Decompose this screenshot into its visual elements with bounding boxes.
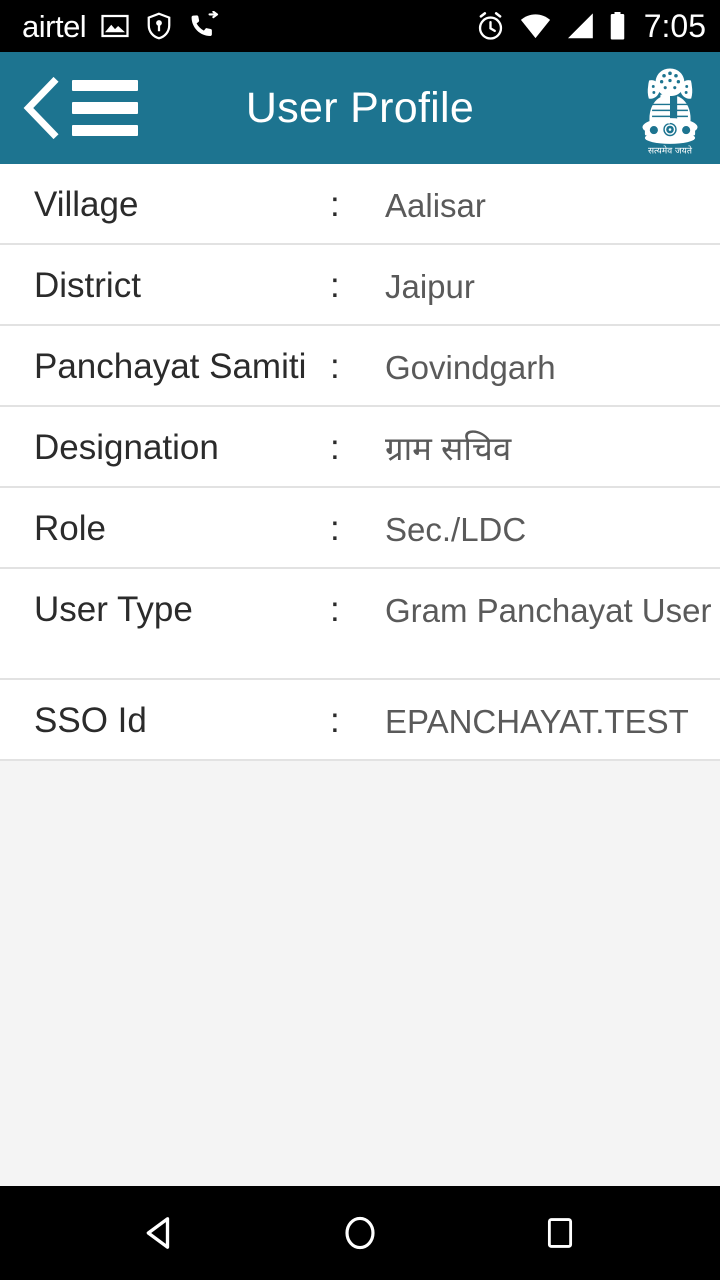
status-bar: airtel 7:05: [0, 0, 720, 52]
status-bar-clock: 7:05: [643, 8, 706, 44]
row-value: EPANCHAYAT.TEST: [385, 703, 689, 740]
vpn-key-shield-icon: [147, 12, 171, 40]
photo-icon: [101, 14, 129, 38]
india-national-emblem-icon: सत्यमेव जयते: [634, 60, 706, 156]
android-navigation-bar: [0, 1186, 720, 1280]
hamburger-bar-2: [72, 102, 138, 114]
row-separator: :: [330, 347, 340, 386]
row-value: Sec./LDC: [385, 511, 527, 548]
carrier-label: airtel: [22, 8, 87, 44]
row-label: Panchayat Samiti: [34, 347, 307, 386]
hamburger-menu-button[interactable]: [72, 80, 138, 136]
emblem-motto: सत्यमेव जयते: [648, 144, 693, 156]
user-profile-list: Village: Aalisar District: Jaipur Panchayat …: [0, 164, 720, 761]
row-label: Village: [34, 185, 139, 224]
nav-recents-square-icon: [547, 1218, 573, 1248]
row-value: Gram Panchayat User: [385, 592, 712, 629]
row-label: Designation: [34, 428, 219, 467]
row-value: Jaipur: [385, 268, 475, 305]
status-bar-right-group: 7:05: [475, 10, 706, 42]
row-separator: :: [330, 185, 340, 224]
nav-recents-button[interactable]: [505, 1186, 615, 1280]
hamburger-bar-3: [72, 124, 138, 136]
cellular-signal-icon: [567, 13, 593, 39]
app-bar: User Profile सत्यमेव जयते: [0, 52, 720, 164]
wifi-icon: [520, 14, 550, 39]
row-separator: :: [330, 701, 340, 740]
table-row: Panchayat Samiti: Govindgarh: [0, 326, 720, 407]
row-separator: :: [330, 590, 340, 629]
hamburger-bar-1: [72, 80, 138, 92]
back-chevron-icon: [23, 77, 59, 139]
nav-back-button[interactable]: [105, 1186, 215, 1280]
empty-content-area: [0, 761, 720, 1186]
back-button[interactable]: [18, 77, 66, 139]
table-row: Role: Sec./LDC: [0, 488, 720, 569]
battery-icon: [610, 12, 624, 40]
table-row: Designation: ग्राम सचिव: [0, 407, 720, 488]
table-row: District: Jaipur: [0, 245, 720, 326]
row-separator: :: [330, 428, 340, 467]
status-bar-left-group: airtel: [22, 11, 220, 42]
call-forward-icon: [191, 11, 219, 36]
row-label: District: [34, 266, 141, 305]
row-label: SSO Id: [34, 701, 147, 740]
row-label: User Type: [34, 590, 193, 629]
alarm-clock-icon: [478, 11, 502, 40]
row-value: ग्राम सचिव: [385, 430, 512, 467]
nav-home-button[interactable]: [305, 1186, 415, 1280]
row-value: Aalisar: [385, 187, 486, 224]
row-label: Role: [34, 509, 106, 548]
row-separator: :: [330, 266, 340, 305]
phone-screen: airtel 7:05 User Profile सत्यमेव जयते Vi…: [0, 0, 720, 1280]
nav-back-triangle-icon: [146, 1217, 170, 1249]
nav-home-circle-icon: [345, 1216, 375, 1250]
table-row: User Type: Gram Panchayat User: [0, 569, 720, 680]
table-row: Village: Aalisar: [0, 164, 720, 245]
row-value: Govindgarh: [385, 349, 556, 386]
table-row: SSO Id: EPANCHAYAT.TEST: [0, 680, 720, 761]
row-separator: :: [330, 509, 340, 548]
